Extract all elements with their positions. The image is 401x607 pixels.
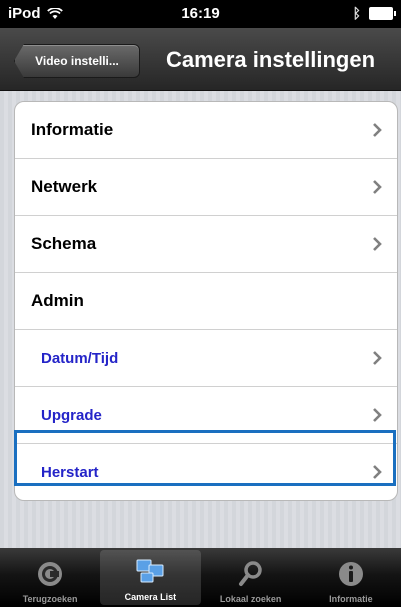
tab-terugzoeken[interactable]: Terugzoeken bbox=[0, 548, 100, 607]
back-button[interactable]: Video instelli... bbox=[14, 44, 140, 78]
settings-content: Informatie Netwerk Schema Admin Datum/Ti… bbox=[0, 91, 401, 548]
tab-label: Terugzoeken bbox=[22, 594, 78, 604]
list-item-label: Netwerk bbox=[31, 177, 98, 196]
tab-bar: Terugzoeken Camera List Lokaal zoeken In… bbox=[0, 548, 401, 607]
status-right: ᛒ bbox=[352, 5, 396, 21]
chevron-right-icon bbox=[373, 408, 382, 422]
list-item-admin: Admin bbox=[15, 273, 397, 330]
list-item-label: Admin bbox=[31, 291, 84, 310]
tab-camera-list[interactable]: Camera List bbox=[100, 550, 201, 605]
battery-icon bbox=[369, 6, 396, 20]
list-item-netwerk[interactable]: Netwerk bbox=[15, 159, 397, 216]
tab-label: Lokaal zoeken bbox=[219, 594, 282, 604]
list-item-label: Upgrade bbox=[41, 406, 102, 424]
info-icon bbox=[338, 562, 363, 586]
list-item-schema[interactable]: Schema bbox=[15, 216, 397, 273]
magnifier-icon bbox=[238, 561, 262, 586]
list-item-label: Schema bbox=[31, 234, 97, 253]
status-bar: iPod 16:19 ᛒ bbox=[0, 0, 401, 28]
chevron-right-icon bbox=[373, 180, 382, 194]
tab-label: Camera List bbox=[124, 592, 177, 602]
bluetooth-icon: ᛒ bbox=[352, 5, 361, 21]
list-item-informatie[interactable]: Informatie bbox=[15, 102, 397, 159]
list-item-label: Informatie bbox=[31, 120, 114, 139]
list-item-label: Datum/Tijd bbox=[41, 349, 119, 367]
navigation-bar: Video instelli... Camera instellingen bbox=[0, 28, 401, 91]
highlight-frame bbox=[14, 430, 396, 486]
clock: 16:19 bbox=[181, 5, 220, 22]
tab-informatie[interactable]: Informatie bbox=[301, 548, 401, 607]
tab-lokaal-zoeken[interactable]: Lokaal zoeken bbox=[201, 548, 301, 607]
camera-list-icon bbox=[136, 559, 164, 583]
back-circle-icon bbox=[38, 562, 63, 586]
tab-label: Informatie bbox=[329, 594, 373, 604]
page-title: Camera instellingen bbox=[165, 47, 376, 72]
chevron-right-icon bbox=[373, 351, 382, 365]
chevron-right-icon bbox=[373, 237, 382, 251]
list-item-datum-tijd[interactable]: Datum/Tijd bbox=[15, 330, 397, 387]
chevron-right-icon bbox=[373, 123, 382, 137]
